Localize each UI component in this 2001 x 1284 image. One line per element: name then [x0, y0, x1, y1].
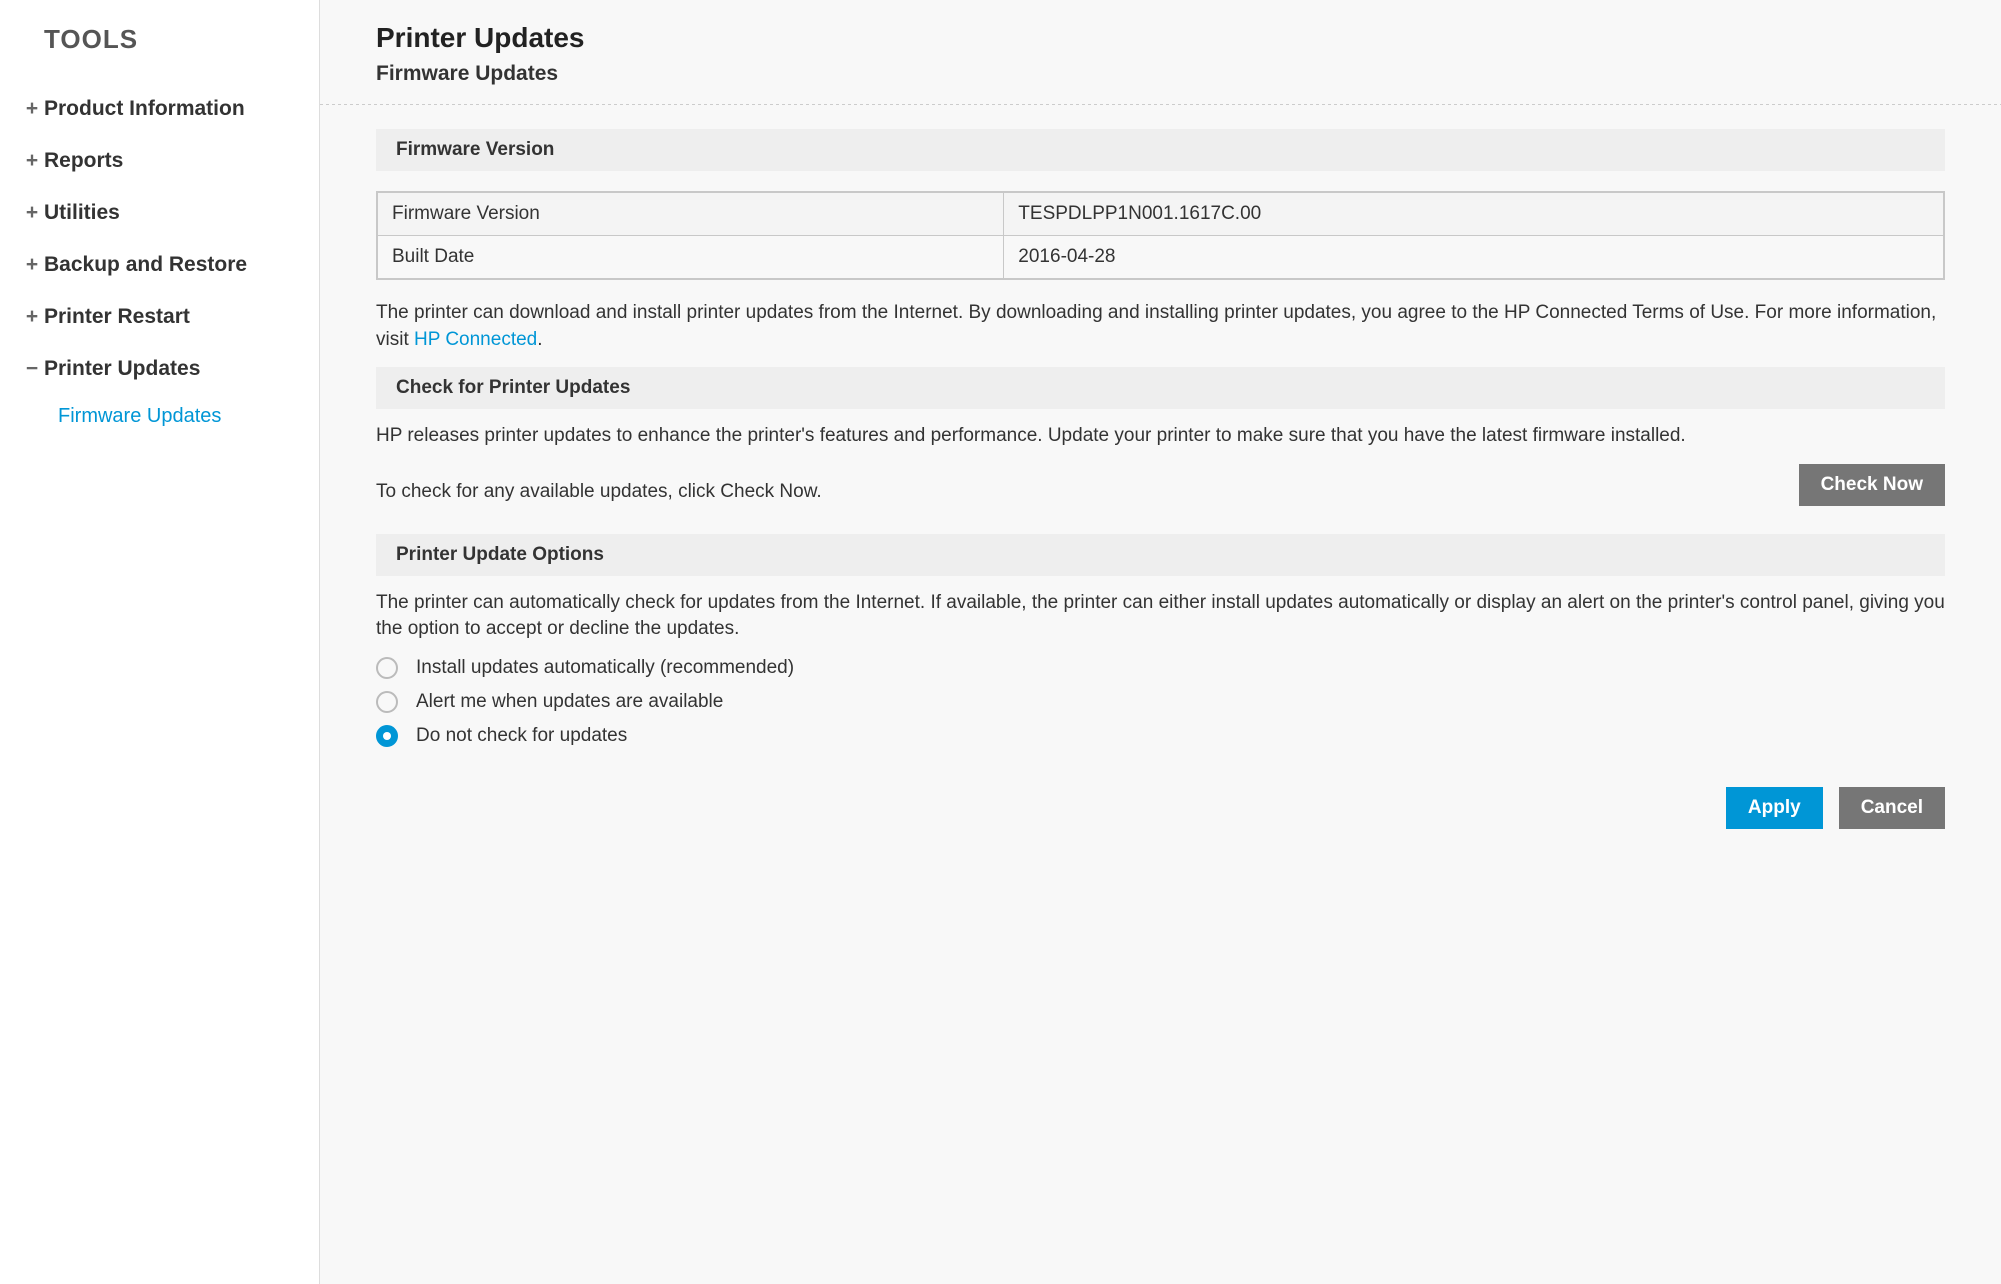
nav-label: Reports [44, 149, 123, 173]
firmware-version-label: Firmware Version [377, 192, 1004, 236]
minus-icon: − [24, 357, 40, 381]
section-update-options-heading: Printer Update Options [376, 534, 1945, 576]
radio-icon [376, 691, 398, 713]
nav-label: Printer Updates [44, 357, 200, 381]
section-check-updates-heading: Check for Printer Updates [376, 367, 1945, 409]
sidebar-title: TOOLS [0, 24, 319, 83]
table-row: Firmware Version TESPDLPP1N001.1617C.00 [377, 192, 1944, 236]
plus-icon: + [24, 149, 40, 173]
page-subtitle: Firmware Updates [376, 62, 2001, 86]
radio-do-not-check[interactable]: Do not check for updates [376, 725, 1945, 747]
plus-icon: + [24, 97, 40, 121]
nav-label: Backup and Restore [44, 253, 247, 277]
table-row: Built Date 2016-04-28 [377, 236, 1944, 280]
radio-icon-selected [376, 725, 398, 747]
radio-label: Do not check for updates [416, 725, 627, 747]
nav-sub-firmware-updates[interactable]: Firmware Updates [0, 395, 319, 438]
plus-icon: + [24, 305, 40, 329]
check-updates-text1: HP releases printer updates to enhance t… [376, 423, 1945, 450]
firmware-description: The printer can download and install pri… [376, 300, 1945, 353]
radio-icon [376, 657, 398, 679]
hp-connected-link[interactable]: HP Connected [414, 329, 537, 350]
nav-printer-restart[interactable]: + Printer Restart [0, 291, 319, 343]
nav-reports[interactable]: + Reports [0, 135, 319, 187]
sidebar: TOOLS + Product Information + Reports + … [0, 0, 320, 1284]
check-updates-text2: To check for any available updates, clic… [376, 479, 1799, 506]
nav-label: Product Information [44, 97, 245, 121]
section-firmware-version-heading: Firmware Version [376, 129, 1945, 171]
firmware-version-table: Firmware Version TESPDLPP1N001.1617C.00 … [376, 191, 1945, 280]
main-content: Printer Updates Firmware Updates Firmwar… [320, 0, 2001, 1284]
radio-label: Install updates automatically (recommend… [416, 657, 794, 679]
nav-utilities[interactable]: + Utilities [0, 187, 319, 239]
update-options-text: The printer can automatically check for … [376, 590, 1945, 643]
firmware-version-value: TESPDLPP1N001.1617C.00 [1004, 192, 1944, 236]
built-date-label: Built Date [377, 236, 1004, 280]
radio-label: Alert me when updates are available [416, 691, 723, 713]
cancel-button[interactable]: Cancel [1839, 787, 1945, 829]
page-title: Printer Updates [376, 22, 2001, 54]
radio-alert-me[interactable]: Alert me when updates are available [376, 691, 1945, 713]
page-header: Printer Updates Firmware Updates [320, 0, 2001, 104]
radio-install-automatically[interactable]: Install updates automatically (recommend… [376, 657, 1945, 679]
plus-icon: + [24, 201, 40, 225]
built-date-value: 2016-04-28 [1004, 236, 1944, 280]
plus-icon: + [24, 253, 40, 277]
nav-label: Printer Restart [44, 305, 190, 329]
apply-button[interactable]: Apply [1726, 787, 1823, 829]
nav-product-information[interactable]: + Product Information [0, 83, 319, 135]
check-now-button[interactable]: Check Now [1799, 464, 1945, 506]
update-options-radio-group: Install updates automatically (recommend… [376, 657, 1945, 747]
nav-label: Utilities [44, 201, 120, 225]
nav-backup-restore[interactable]: + Backup and Restore [0, 239, 319, 291]
nav-printer-updates[interactable]: − Printer Updates [0, 343, 319, 395]
